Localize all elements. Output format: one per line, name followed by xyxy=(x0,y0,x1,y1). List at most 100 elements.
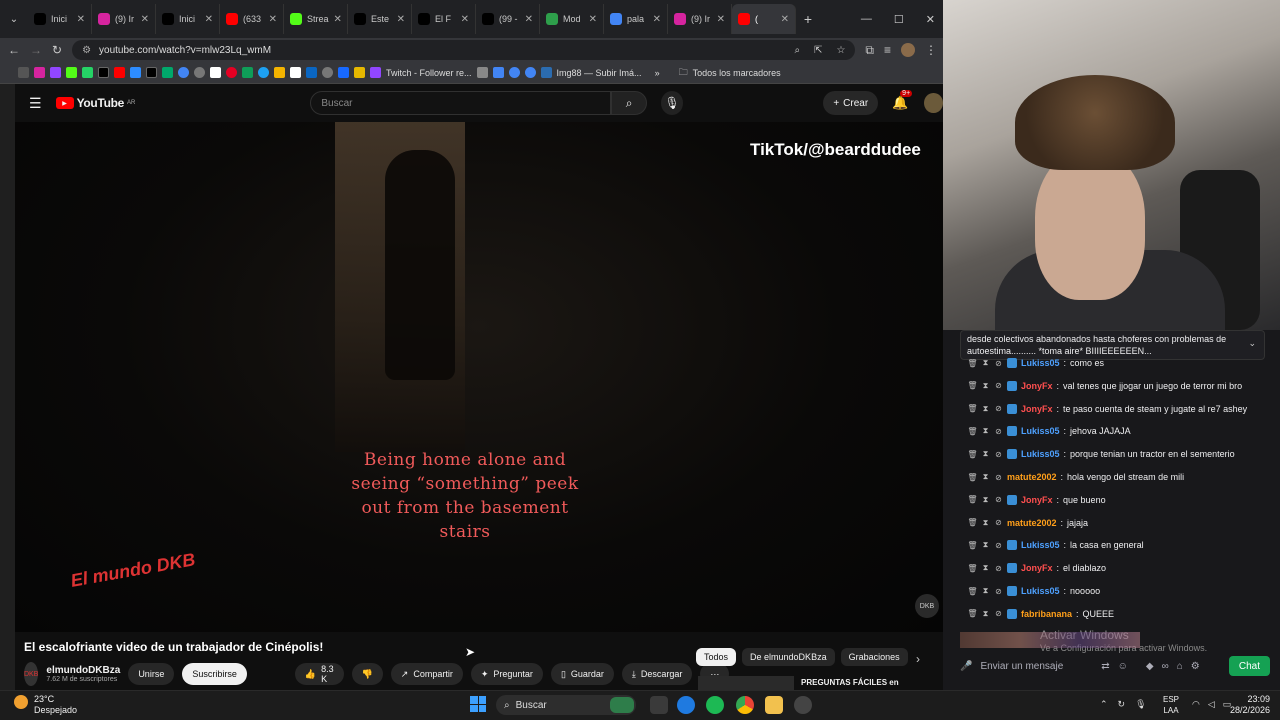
task-view-icon[interactable] xyxy=(650,696,668,714)
wifi-icon[interactable]: ◠ xyxy=(1192,699,1200,710)
browser-tab[interactable]: Strea ✕ xyxy=(284,4,348,34)
profile-avatar[interactable] xyxy=(901,43,915,57)
tab-search-icon[interactable]: ⌄ xyxy=(0,4,28,34)
spotify-icon[interactable] xyxy=(706,696,724,714)
bookmark-slides-icon[interactable] xyxy=(492,67,504,78)
tab-close-icon[interactable]: ✕ xyxy=(717,14,725,25)
tab-close-icon[interactable]: ✕ xyxy=(269,14,277,25)
bookmark-hand-icon[interactable] xyxy=(354,67,365,78)
address-bar[interactable]: ⚙ youtube.com/watch?v=mlw23Lq_wmM ⌕ ⇱ ☆ xyxy=(72,40,856,60)
next-video-title[interactable]: PREGUNTAS FÁCILES en xyxy=(801,678,899,687)
zoom-icon[interactable]: ⌕ xyxy=(794,45,800,56)
delete-message-icon[interactable]: 🗑 xyxy=(967,495,977,504)
create-button[interactable]: + Crear xyxy=(823,91,879,115)
ban-icon[interactable]: ⊘ xyxy=(994,450,1003,459)
bookmark-star-icon[interactable]: ☆ xyxy=(836,45,845,56)
browser-tab[interactable]: El F ✕ xyxy=(412,4,476,34)
maximize-icon[interactable]: ☐ xyxy=(894,13,904,26)
bookmark-dash-icon[interactable] xyxy=(476,67,488,78)
bookmark-up2-icon[interactable] xyxy=(290,67,301,78)
volume-icon[interactable]: ◁ xyxy=(1208,699,1215,710)
youtube-logo[interactable]: ▶ YouTube AR xyxy=(55,96,135,110)
delete-message-icon[interactable]: 🗑 xyxy=(967,564,977,573)
bookmark-a-icon[interactable] xyxy=(162,67,173,78)
delete-message-icon[interactable]: 🗑 xyxy=(967,518,977,527)
timeout-icon[interactable]: ⧗ xyxy=(981,404,990,413)
chat-username[interactable]: Lukiss05 xyxy=(1021,426,1060,436)
bookmark-pinterest-icon[interactable] xyxy=(226,67,237,78)
ban-icon[interactable]: ⊘ xyxy=(994,587,1003,596)
tab-close-icon[interactable]: ✕ xyxy=(397,14,405,25)
bookmark-imgbb-label[interactable]: Img88 — Subir Imá... xyxy=(557,68,642,78)
chat-username[interactable]: Lukiss05 xyxy=(1021,586,1060,596)
weather-icon[interactable] xyxy=(14,695,28,709)
delete-message-icon[interactable]: 🗑 xyxy=(967,541,977,550)
join-button[interactable]: Unirse xyxy=(128,663,175,685)
tab-close-icon[interactable]: ✕ xyxy=(77,14,85,25)
bookmark-twitch2-icon[interactable] xyxy=(370,67,381,78)
bookmark-kick-icon[interactable] xyxy=(66,67,77,78)
browser-tab[interactable]: Inici ✕ xyxy=(28,4,92,34)
chat-username[interactable]: JonyFx xyxy=(1021,495,1053,505)
bookmark-tiktok-icon[interactable] xyxy=(146,67,157,78)
weather-temp[interactable]: 23°C xyxy=(34,694,77,705)
bookmark-google3-icon[interactable] xyxy=(524,67,536,78)
timeout-icon[interactable]: ⧗ xyxy=(981,449,990,459)
bookmark-cloud-icon[interactable] xyxy=(130,67,141,78)
timeout-icon[interactable]: ⧗ xyxy=(981,563,990,573)
install-icon[interactable]: ⇱ xyxy=(814,45,822,56)
tab-close-icon[interactable]: ✕ xyxy=(141,14,149,25)
tab-close-icon[interactable]: ✕ xyxy=(589,14,597,25)
tab-close-icon[interactable]: ✕ xyxy=(334,14,342,25)
channel-name[interactable]: elmundoDKBza xyxy=(46,665,120,676)
bookmarks-overflow-icon[interactable]: » xyxy=(655,68,660,78)
settings-gear-icon[interactable]: ⚙ xyxy=(1191,661,1200,672)
bookmark-puzzle-icon[interactable] xyxy=(274,67,285,78)
timeout-icon[interactable]: ⧗ xyxy=(981,472,990,482)
browser-tab[interactable]: Mod ✕ xyxy=(540,4,604,34)
obs-icon[interactable] xyxy=(794,696,812,714)
clock-time[interactable]: 23:09 xyxy=(1230,694,1270,705)
ban-icon[interactable]: ⊘ xyxy=(994,609,1003,618)
timeout-icon[interactable]: ⧗ xyxy=(981,495,990,504)
delete-message-icon[interactable]: 🗑 xyxy=(967,359,977,368)
emote-icon[interactable]: ☺ xyxy=(1118,661,1128,672)
bookmark-youtube-icon[interactable] xyxy=(114,67,125,78)
hamburger-menu-icon[interactable]: ☰ xyxy=(29,95,42,112)
browser-tab[interactable]: (9) Ir ✕ xyxy=(668,4,732,34)
tab-close-icon[interactable]: ✕ xyxy=(525,14,533,25)
store-icon[interactable]: ⌂ xyxy=(1177,661,1183,672)
forward-icon[interactable]: → xyxy=(30,43,42,57)
timeout-icon[interactable]: ⧗ xyxy=(981,518,990,527)
file-explorer-icon[interactable] xyxy=(765,696,783,714)
tab-close-icon[interactable]: ✕ xyxy=(205,14,213,25)
media-icon[interactable]: ≡ xyxy=(884,43,891,57)
chat-username[interactable]: JonyFx xyxy=(1021,404,1053,414)
ban-icon[interactable]: ⊘ xyxy=(994,359,1003,368)
download-button[interactable]: ⤓ Descargar xyxy=(621,663,693,685)
delete-message-icon[interactable]: 🗑 xyxy=(967,404,977,413)
delete-message-icon[interactable]: 🗑 xyxy=(967,450,977,459)
timeout-icon[interactable]: ⧗ xyxy=(981,381,990,390)
timeout-icon[interactable]: ⧗ xyxy=(981,586,990,596)
bookmark-google-icon[interactable] xyxy=(178,67,189,78)
next-video-thumbnail[interactable] xyxy=(698,676,794,690)
ban-icon[interactable]: ⊘ xyxy=(994,518,1003,527)
bookmark-whatsapp-icon[interactable] xyxy=(82,67,93,78)
delete-message-icon[interactable]: 🗑 xyxy=(967,609,977,618)
edge-icon[interactable] xyxy=(677,696,695,714)
chat-input[interactable]: Enviar un mensaje xyxy=(980,661,1063,672)
bits-icon[interactable]: ◆ xyxy=(1146,661,1154,672)
timeout-icon[interactable]: ⧗ xyxy=(981,426,990,436)
weather-desc[interactable]: Despejado xyxy=(34,705,77,716)
menu-icon[interactable]: ⋮ xyxy=(925,43,937,57)
tray-sync-icon[interactable]: ↻ xyxy=(1118,699,1126,710)
site-info-icon[interactable]: ⚙ xyxy=(82,45,91,56)
bookmark-linkedin-icon[interactable] xyxy=(306,67,317,78)
bookmark-google2-icon[interactable] xyxy=(508,67,520,78)
chat-username[interactable]: JonyFx xyxy=(1021,563,1053,573)
chat-username[interactable]: fabribanana xyxy=(1021,609,1072,619)
bookmark-up-icon[interactable] xyxy=(210,67,221,78)
all-bookmarks-label[interactable]: Todos los marcadores xyxy=(693,68,781,78)
search-button[interactable]: ⌕ xyxy=(611,91,647,115)
